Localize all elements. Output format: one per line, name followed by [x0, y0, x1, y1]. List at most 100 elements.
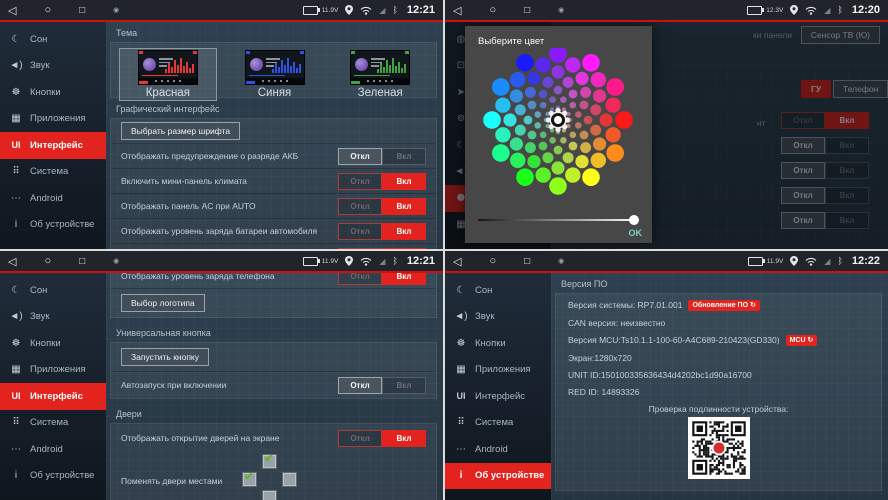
- color-dot[interactable]: [534, 111, 541, 118]
- color-dot[interactable]: [539, 142, 548, 151]
- color-dot[interactable]: [582, 168, 600, 186]
- color-dot[interactable]: [554, 146, 563, 155]
- color-dot[interactable]: [525, 142, 536, 153]
- sidebar-item-sleep[interactable]: ☾Сон: [0, 26, 106, 53]
- theme-option-red[interactable]: Красная: [119, 48, 217, 101]
- ok-button[interactable]: OK: [629, 228, 643, 238]
- color-dot[interactable]: [554, 86, 563, 95]
- color-dot[interactable]: [606, 78, 624, 96]
- color-dot[interactable]: [515, 104, 526, 115]
- color-dot[interactable]: [590, 104, 601, 115]
- theme-option-green[interactable]: Зеленая: [332, 48, 428, 101]
- sidebar-item-apps[interactable]: ▦Приложения: [0, 357, 106, 384]
- color-dot[interactable]: [563, 152, 574, 163]
- color-dot[interactable]: [575, 111, 582, 118]
- color-dot[interactable]: [528, 101, 537, 110]
- color-wheel[interactable]: [483, 48, 633, 203]
- toggle-on-button[interactable]: Вкл: [382, 148, 426, 165]
- toggle-on-button[interactable]: Вкл: [382, 223, 426, 240]
- toggle-on[interactable]: ОтклВкл: [338, 273, 426, 285]
- sidebar-item-interface[interactable]: UIИнтерфейс: [0, 132, 106, 159]
- sidebar-item-android[interactable]: ⋯Android: [445, 436, 551, 463]
- home-button[interactable]: ○: [44, 4, 51, 16]
- sidebar-item-sound[interactable]: ◄)Звук: [445, 304, 551, 331]
- sidebar-item-android[interactable]: ⋯Android: [0, 436, 106, 463]
- theme-option-blue[interactable]: Синяя: [227, 48, 323, 101]
- toggle-off-button[interactable]: Откл: [338, 223, 382, 240]
- sidebar-item-about[interactable]: iОб устройстве: [445, 463, 551, 490]
- recents-button[interactable]: □: [79, 256, 85, 267]
- color-dot[interactable]: [540, 132, 547, 139]
- color-dot[interactable]: [516, 54, 534, 72]
- toggle-off-button[interactable]: Откл: [338, 173, 382, 190]
- color-dot[interactable]: [483, 111, 501, 129]
- sidebar-item-android[interactable]: ⋯Android: [0, 185, 106, 212]
- color-dot[interactable]: [580, 101, 589, 110]
- slider-thumb[interactable]: [629, 215, 639, 225]
- toggle-off-button[interactable]: Откл: [338, 198, 382, 215]
- color-dot[interactable]: [527, 72, 540, 85]
- color-dot[interactable]: [560, 137, 567, 144]
- color-dot[interactable]: [605, 98, 620, 113]
- sidebar-item-system[interactable]: ⠿Система: [445, 410, 551, 437]
- color-dot[interactable]: [549, 177, 567, 195]
- sidebar-item-interface[interactable]: UIИнтерфейс: [0, 383, 106, 410]
- recents-button[interactable]: □: [524, 256, 530, 267]
- door-checkbox-top[interactable]: [262, 454, 277, 469]
- color-dot[interactable]: [495, 98, 510, 113]
- color-dot[interactable]: [575, 72, 588, 85]
- color-dot[interactable]: [615, 111, 633, 129]
- color-dot[interactable]: [606, 144, 624, 162]
- sidebar-item-interface[interactable]: UIИнтерфейс: [445, 383, 551, 410]
- back-button[interactable]: ◁: [8, 4, 16, 17]
- color-dot[interactable]: [565, 57, 580, 72]
- color-dot[interactable]: [542, 77, 553, 88]
- brightness-slider[interactable]: [478, 214, 639, 225]
- color-dot[interactable]: [495, 127, 510, 142]
- sidebar-item-buttons[interactable]: ☸Кнопки: [0, 79, 106, 106]
- color-dot[interactable]: [528, 131, 537, 140]
- color-dot[interactable]: [580, 87, 591, 98]
- color-dot[interactable]: [536, 57, 551, 72]
- color-dot[interactable]: [580, 131, 589, 140]
- toggle-on-button[interactable]: Вкл: [382, 430, 426, 447]
- color-dot[interactable]: [551, 65, 564, 78]
- sidebar-item-buttons[interactable]: ☸Кнопки: [0, 330, 106, 357]
- color-dot[interactable]: [549, 48, 567, 63]
- toggle-off-button[interactable]: Откл: [338, 248, 382, 250]
- color-dot[interactable]: [569, 90, 578, 99]
- color-dot[interactable]: [516, 168, 534, 186]
- color-dot[interactable]: [569, 142, 578, 151]
- color-dot[interactable]: [591, 153, 606, 168]
- color-dot[interactable]: [534, 122, 541, 129]
- toggle-on[interactable]: ОтклВкл: [338, 248, 426, 250]
- color-dot[interactable]: [605, 127, 620, 142]
- sidebar-item-apps[interactable]: ▦Приложения: [0, 106, 106, 133]
- color-dot[interactable]: [510, 89, 523, 102]
- toggle-on[interactable]: ОтклВкл: [338, 198, 426, 215]
- color-dot[interactable]: [590, 125, 601, 136]
- color-dot[interactable]: [549, 96, 556, 103]
- sidebar-item-about[interactable]: iОб устройстве: [0, 463, 106, 490]
- color-dot[interactable]: [575, 155, 588, 168]
- sidebar-item-sound[interactable]: ◄)Звук: [0, 53, 106, 80]
- color-dot[interactable]: [492, 78, 510, 96]
- color-dot[interactable]: [582, 54, 600, 72]
- sidebar-item-buttons[interactable]: ☸Кнопки: [445, 330, 551, 357]
- toggle-on[interactable]: ОтклВкл: [338, 223, 426, 240]
- color-dot[interactable]: [593, 137, 606, 150]
- sidebar-item-apps[interactable]: ▦Приложения: [445, 357, 551, 384]
- color-dot[interactable]: [492, 144, 510, 162]
- color-dot[interactable]: [524, 116, 533, 125]
- color-dot[interactable]: [549, 137, 556, 144]
- update-badge[interactable]: MCU ↻: [786, 335, 818, 346]
- color-dot[interactable]: [584, 116, 593, 125]
- sidebar-item-system[interactable]: ⠿Система: [0, 410, 106, 437]
- toggle-on[interactable]: ОтклВкл: [338, 173, 426, 190]
- color-dot[interactable]: [575, 122, 582, 129]
- back-button[interactable]: ◁: [453, 255, 461, 268]
- toggle-off[interactable]: ОтклВкл: [338, 377, 426, 394]
- toggle-on-button[interactable]: Вкл: [382, 273, 426, 285]
- door-checkbox-left[interactable]: [242, 472, 257, 487]
- toggle-on-button[interactable]: Вкл: [382, 173, 426, 190]
